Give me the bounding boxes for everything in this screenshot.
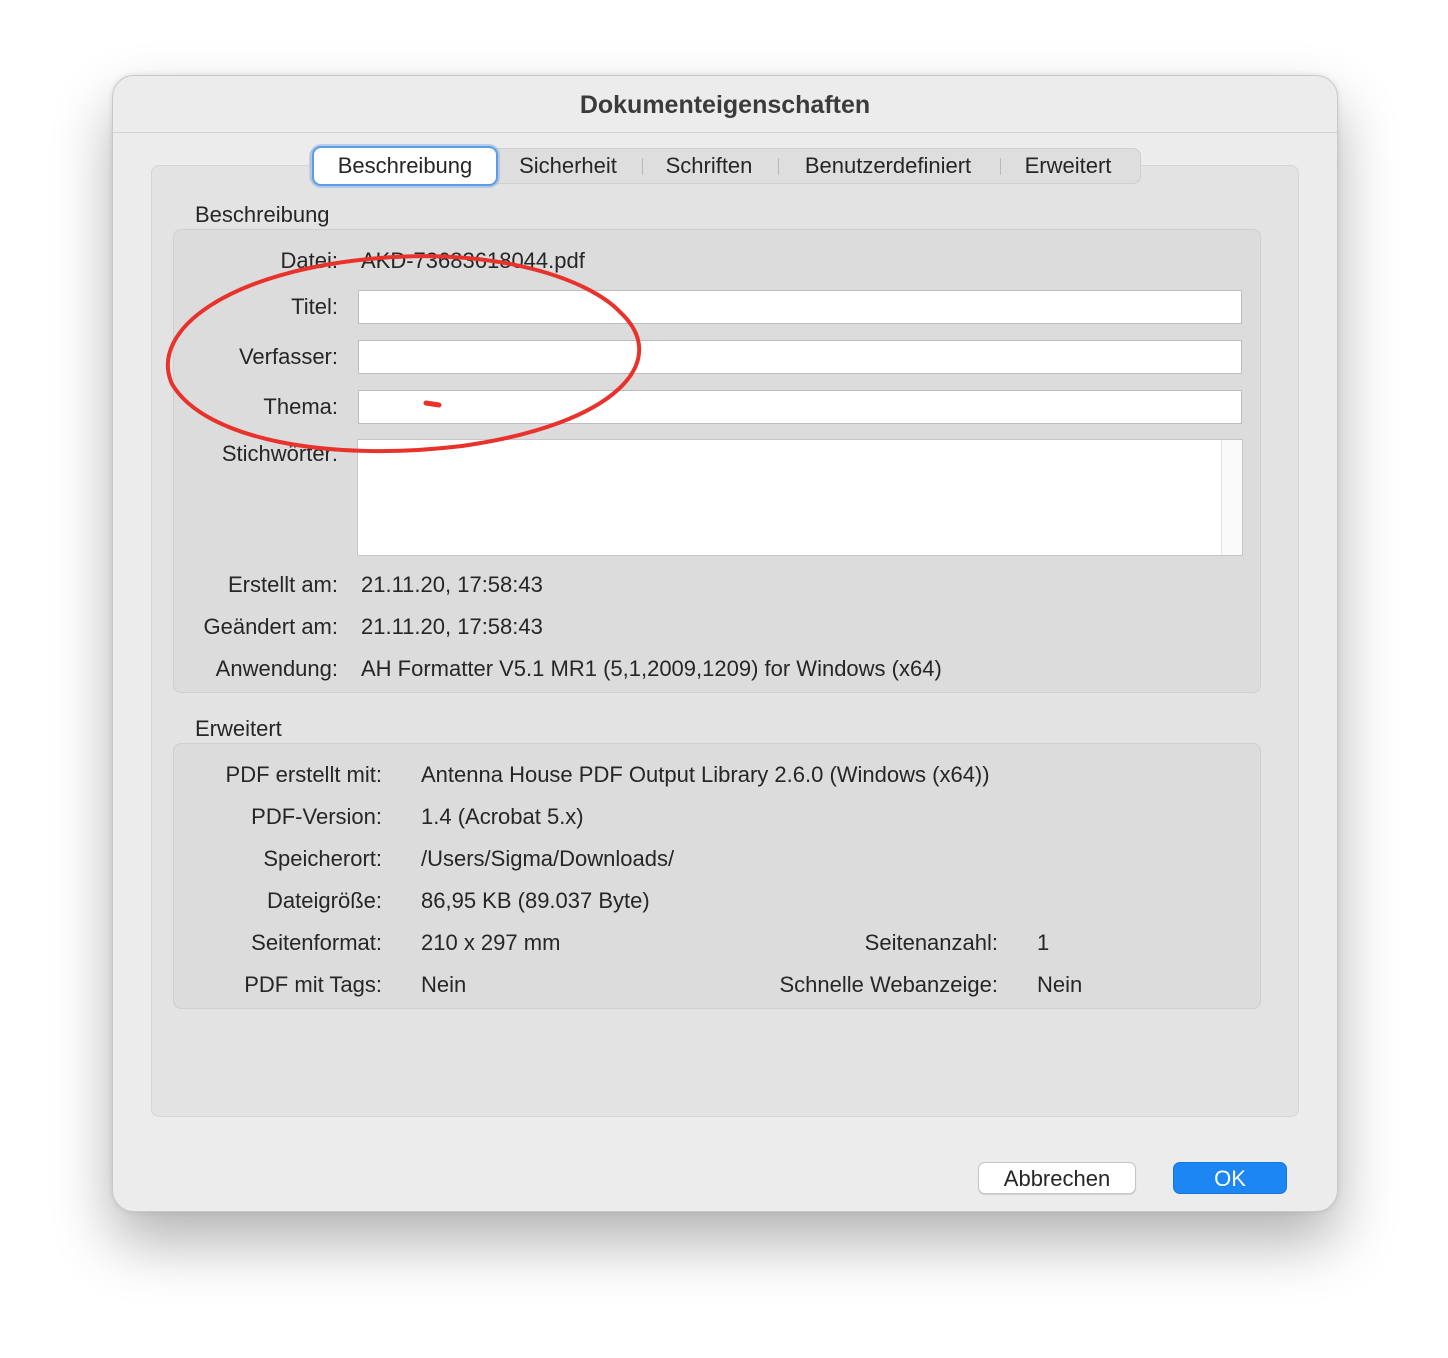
description-heading: Beschreibung xyxy=(195,202,330,227)
keywords-scrollbar[interactable] xyxy=(1221,440,1242,555)
tab-separator xyxy=(1000,158,1001,175)
pagesize-label: Seitenformat: xyxy=(251,930,382,955)
pagecount-value: 1 xyxy=(1037,930,1050,955)
fastweb-label: Schnelle Webanzeige: xyxy=(779,972,998,997)
title-divider xyxy=(113,132,1337,133)
pagesize-value: 210 x 297 mm xyxy=(421,930,561,955)
pdf-version-value: 1.4 (Acrobat 5.x) xyxy=(421,804,584,829)
filesize-value: 86,95 KB (89.037 Byte) xyxy=(421,888,650,913)
author-field[interactable] xyxy=(358,340,1242,374)
producer-value: Antenna House PDF Output Library 2.6.0 (… xyxy=(421,762,990,787)
producer-label: PDF erstellt mit: xyxy=(225,762,382,787)
application-label: Anwendung: xyxy=(215,656,338,681)
keywords-field[interactable] xyxy=(357,439,1243,556)
advanced-heading: Erweitert xyxy=(195,716,282,741)
ok-button[interactable]: OK xyxy=(1173,1162,1287,1194)
pagecount-label: Seitenanzahl: xyxy=(864,930,998,955)
tab-separator xyxy=(778,158,779,175)
tab-sicherheit[interactable]: Sicherheit xyxy=(506,149,630,183)
filesize-label: Dateigröße: xyxy=(267,888,382,913)
subject-field[interactable] xyxy=(358,390,1242,424)
file-label: Datei: xyxy=(280,248,338,273)
cancel-button[interactable]: Abbrechen xyxy=(978,1162,1136,1194)
location-value: /Users/Sigma/Downloads/ xyxy=(421,846,675,871)
keywords-label: Stichwörter: xyxy=(221,441,338,466)
created-value: 21.11.20, 17:58:43 xyxy=(361,572,543,597)
modified-label: Geändert am: xyxy=(203,614,338,639)
tab-schriften[interactable]: Schriften xyxy=(650,149,768,183)
tagged-value: Nein xyxy=(421,972,467,997)
title-field[interactable] xyxy=(358,290,1242,324)
document-properties-dialog: Dokumenteigenschaften Beschreibung Siche… xyxy=(112,75,1338,1212)
author-label: Verfasser: xyxy=(238,344,338,369)
location-label: Speicherort: xyxy=(263,846,382,871)
file-value: AKD-73683618044.pdf xyxy=(361,248,585,273)
title-label: Titel: xyxy=(291,294,338,319)
fastweb-value: Nein xyxy=(1037,972,1083,997)
tab-benutzerdefiniert[interactable]: Benutzerdefiniert xyxy=(788,149,988,183)
created-label: Erstellt am: xyxy=(227,572,338,597)
tab-bar: Beschreibung Sicherheit Schriften Benutz… xyxy=(309,146,1141,186)
dialog-title: Dokumenteigenschaften xyxy=(579,91,871,119)
pdf-version-label: PDF-Version: xyxy=(251,804,382,829)
tab-separator xyxy=(642,158,643,175)
tagged-label: PDF mit Tags: xyxy=(244,972,382,997)
application-value: AH Formatter V5.1 MR1 (5,1,2009,1209) fo… xyxy=(361,656,942,681)
tab-erweitert[interactable]: Erweitert xyxy=(1010,149,1126,183)
modified-value: 21.11.20, 17:58:43 xyxy=(361,614,543,639)
subject-label: Thema: xyxy=(263,394,338,419)
tab-beschreibung[interactable]: Beschreibung xyxy=(312,146,498,186)
